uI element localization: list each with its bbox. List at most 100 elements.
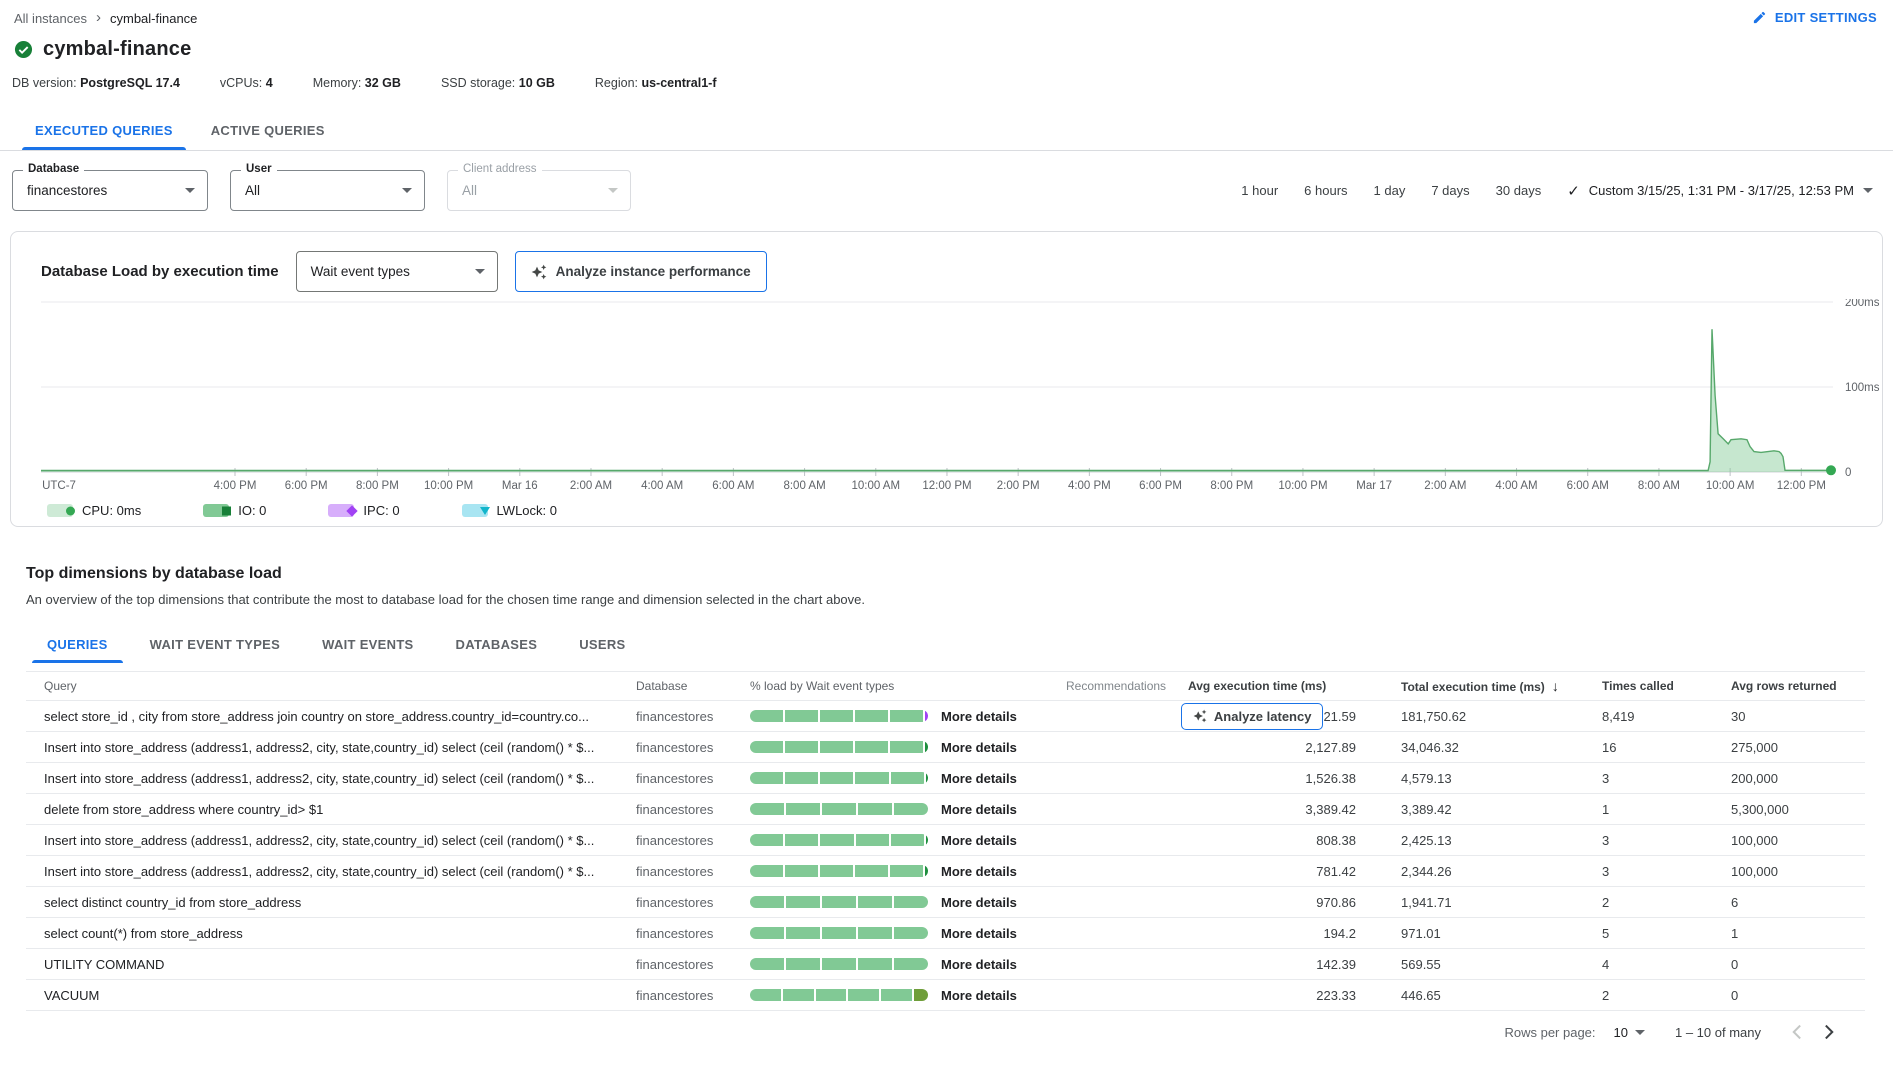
times-called-cell: 16 [1602,740,1731,755]
meta-ssd-storage: SSD storage: 10 GB [441,76,555,90]
dim-tab-queries[interactable]: QUERIES [26,625,129,663]
more-details-link[interactable]: More details [941,926,1017,941]
svg-text:4:00 AM: 4:00 AM [1495,480,1537,492]
legend-item-cpu: CPU: 0ms [47,503,141,518]
load-cell: More details [750,771,1066,786]
column-header-query[interactable]: Query [26,679,636,693]
legend-swatch [462,504,488,517]
dim-tab-wait-events[interactable]: WAIT EVENTS [301,625,434,663]
query-text[interactable]: Insert into store_address (address1, add… [26,771,636,786]
rows-per-page-select[interactable]: 10 [1614,1025,1645,1040]
query-text[interactable]: select count(*) from store_address [26,926,636,941]
column-header-times-called[interactable]: Times called [1602,679,1731,693]
time-range-custom-label: Custom 3/15/25, 1:31 PM - 3/17/25, 12:53… [1589,183,1854,198]
avg-execution-time-value: 781.42 [1316,864,1356,879]
more-details-link[interactable]: More details [941,864,1017,879]
svg-text:12:00 PM: 12:00 PM [922,480,971,492]
avg-rows-returned-cell: 1 [1731,926,1861,941]
load-bar-segment [894,958,928,970]
time-option-1-hour[interactable]: 1 hour [1241,183,1278,198]
next-page-button[interactable] [1824,1023,1835,1041]
more-details-link[interactable]: More details [941,709,1017,724]
load-bar-segment [750,896,784,908]
time-option-30-days[interactable]: 30 days [1496,183,1542,198]
time-range-custom[interactable]: ✓ Custom 3/15/25, 1:31 PM - 3/17/25, 12:… [1567,182,1873,200]
svg-text:2:00 AM: 2:00 AM [570,480,612,492]
filter-database[interactable]: Databasefinancestores [12,170,208,211]
load-cell: More details [750,895,1066,910]
more-details-link[interactable]: More details [941,802,1017,817]
column-header-total-execution-time-ms[interactable]: Total execution time (ms)↓ [1401,678,1602,694]
query-text[interactable]: select distinct country_id from store_ad… [26,895,636,910]
query-text[interactable]: delete from store_address where country_… [26,802,636,817]
query-text[interactable]: Insert into store_address (address1, add… [26,833,636,848]
column-header-database[interactable]: Database [636,679,750,693]
chevron-down-icon [608,188,618,193]
svg-text:10:00 AM: 10:00 AM [1706,480,1755,492]
svg-text:Mar 17: Mar 17 [1356,480,1392,492]
chart-dimension-select[interactable]: Wait event types [296,251,498,292]
column-header-recommendations[interactable]: Recommendations [1066,679,1188,693]
meta-memory: Memory: 32 GB [313,76,401,90]
load-bar-segment [848,989,879,1001]
load-bar-segment [855,741,888,753]
cpu-load-area [41,329,1833,472]
time-option-1-day[interactable]: 1 day [1374,183,1406,198]
database-cell: financestores [636,864,750,879]
load-bar-segment [822,803,856,815]
avg-rows-returned-cell: 100,000 [1731,833,1861,848]
load-bar-segment [785,865,818,877]
total-execution-time-cell: 1,941.71 [1401,895,1602,910]
dim-tab-databases[interactable]: DATABASES [435,625,559,663]
column-header-load-by-wait-event-types[interactable]: % load by Wait event types [750,679,1066,693]
diamond-marker-icon [347,505,358,516]
query-text[interactable]: select store_id , city from store_addres… [26,709,636,724]
analyze-latency-button[interactable]: Analyze latency [1181,703,1324,730]
breadcrumb-all-instances[interactable]: All instances [14,11,87,26]
times-called-cell: 4 [1602,957,1731,972]
tab-active-queries[interactable]: ACTIVE QUERIES [192,110,344,150]
load-chart[interactable]: UTC-74:00 PM6:00 PM8:00 PM10:00 PMMar 16… [11,299,1882,495]
dim-tab-users[interactable]: USERS [558,625,646,663]
queries-table: QueryDatabase% load by Wait event typesR… [26,671,1865,1011]
avg-rows-returned-cell: 200,000 [1731,771,1861,786]
column-header-avg-execution-time-ms[interactable]: Avg execution time (ms) [1188,679,1401,693]
legend-swatch [47,504,73,517]
legend-swatch [203,504,229,517]
query-text[interactable]: VACUUM [26,988,636,1003]
load-bar-segment [822,958,856,970]
svg-text:6:00 PM: 6:00 PM [1139,480,1182,492]
svg-text:Mar 16: Mar 16 [502,480,538,492]
chevron-down-icon [185,188,195,193]
times-called-cell: 3 [1602,864,1731,879]
analyze-instance-performance-button[interactable]: Analyze instance performance [515,251,767,292]
query-text[interactable]: UTILITY COMMAND [26,957,636,972]
edit-settings-button[interactable]: EDIT SETTINGS [1752,10,1877,25]
more-details-link[interactable]: More details [941,988,1017,1003]
total-execution-time-cell: 569.55 [1401,957,1602,972]
previous-page-button[interactable] [1791,1023,1802,1041]
more-details-link[interactable]: More details [941,957,1017,972]
load-cell: More details [750,864,1066,879]
query-text[interactable]: Insert into store_address (address1, add… [26,864,636,879]
more-details-link[interactable]: More details [941,895,1017,910]
time-option-7-days[interactable]: 7 days [1431,183,1469,198]
load-bar-segment [855,772,888,784]
svg-text:8:00 AM: 8:00 AM [783,480,825,492]
more-details-link[interactable]: More details [941,833,1017,848]
more-details-link[interactable]: More details [941,771,1017,786]
chevron-left-icon [1791,1023,1802,1041]
tab-executed-queries[interactable]: EXECUTED QUERIES [16,110,192,150]
column-header-avg-rows-returned[interactable]: Avg rows returned [1731,679,1861,693]
database-cell: financestores [636,957,750,972]
filter-user[interactable]: UserAll [230,170,425,211]
avg-execution-time-cell: 3,389.42 [1188,802,1401,817]
more-details-link[interactable]: More details [941,740,1017,755]
query-text[interactable]: Insert into store_address (address1, add… [26,740,636,755]
load-bar-segment [820,772,853,784]
dim-tab-wait-event-types[interactable]: WAIT EVENT TYPES [129,625,301,663]
load-bar-segment [785,741,818,753]
time-option-6-hours[interactable]: 6 hours [1304,183,1347,198]
svg-text:8:00 PM: 8:00 PM [356,480,399,492]
table-row-5: Insert into store_address (address1, add… [26,825,1865,856]
